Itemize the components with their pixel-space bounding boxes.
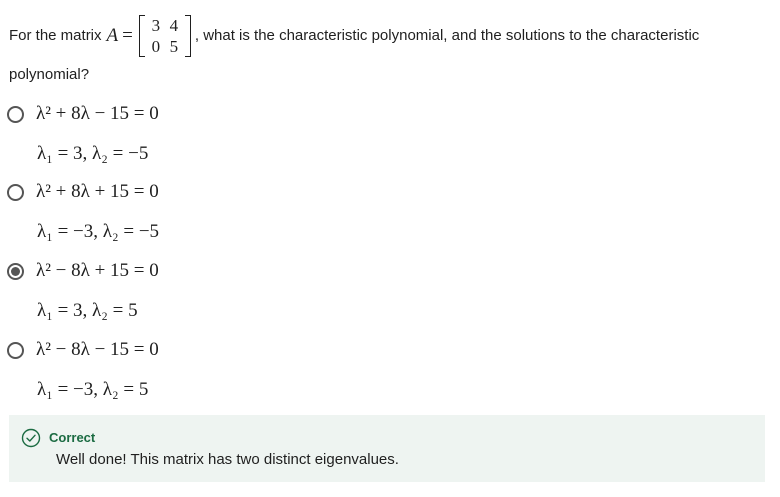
radio-button[interactable] [7, 183, 24, 201]
check-circle-icon [21, 428, 41, 448]
option-equation: λ² + 8λ − 15 = 0 [36, 103, 159, 124]
feedback-message: Well done! This matrix has two distinct … [56, 451, 399, 468]
option-equation: λ² − 8λ − 15 = 0 [36, 339, 159, 360]
matrix-cell: 0 [151, 37, 161, 56]
question-suffix: , what is the characteristic polynomial,… [194, 27, 700, 44]
radio-button[interactable] [7, 341, 24, 359]
matrix-variable: A [106, 25, 119, 46]
answer-option-4[interactable]: λ² − 8λ − 15 = 0 [7, 339, 159, 361]
matrix-equals: = [122, 25, 133, 46]
question-prefix: For the matrix [9, 27, 102, 44]
matrix-cell: 5 [169, 37, 179, 56]
option-equation: λ² − 8λ + 15 = 0 [36, 260, 159, 281]
answer-option-1[interactable]: λ² + 8λ − 15 = 0 [7, 103, 159, 125]
matrix-cell: 3 [151, 16, 161, 35]
radio-button[interactable] [7, 105, 24, 123]
matrix: 3 4 0 5 [138, 15, 191, 57]
answer-option-2[interactable]: λ² + 8λ + 15 = 0 [7, 181, 159, 203]
option-solution: λ₁ = −3, λ₂ = −5 [37, 221, 160, 242]
radio-dot [11, 266, 20, 276]
matrix-cell: 4 [169, 16, 179, 35]
answer-option-3[interactable]: λ² − 8λ + 15 = 0 [7, 260, 159, 282]
feedback-panel: Correct Well done! This matrix has two d… [9, 415, 765, 482]
matrix-right-bracket [184, 15, 191, 57]
radio-button[interactable] [7, 262, 24, 280]
question-line2: polynomial? [9, 66, 90, 83]
option-solution: λ₁ = 3, λ₂ = −5 [37, 143, 149, 164]
feedback-title: Correct [49, 430, 96, 445]
option-solution: λ₁ = 3, λ₂ = 5 [37, 300, 138, 321]
option-equation: λ² + 8λ + 15 = 0 [36, 181, 159, 202]
question-text: For the matrix A = 3 4 0 5 , what is the… [9, 12, 769, 84]
option-solution: λ₁ = −3, λ₂ = 5 [37, 379, 149, 400]
